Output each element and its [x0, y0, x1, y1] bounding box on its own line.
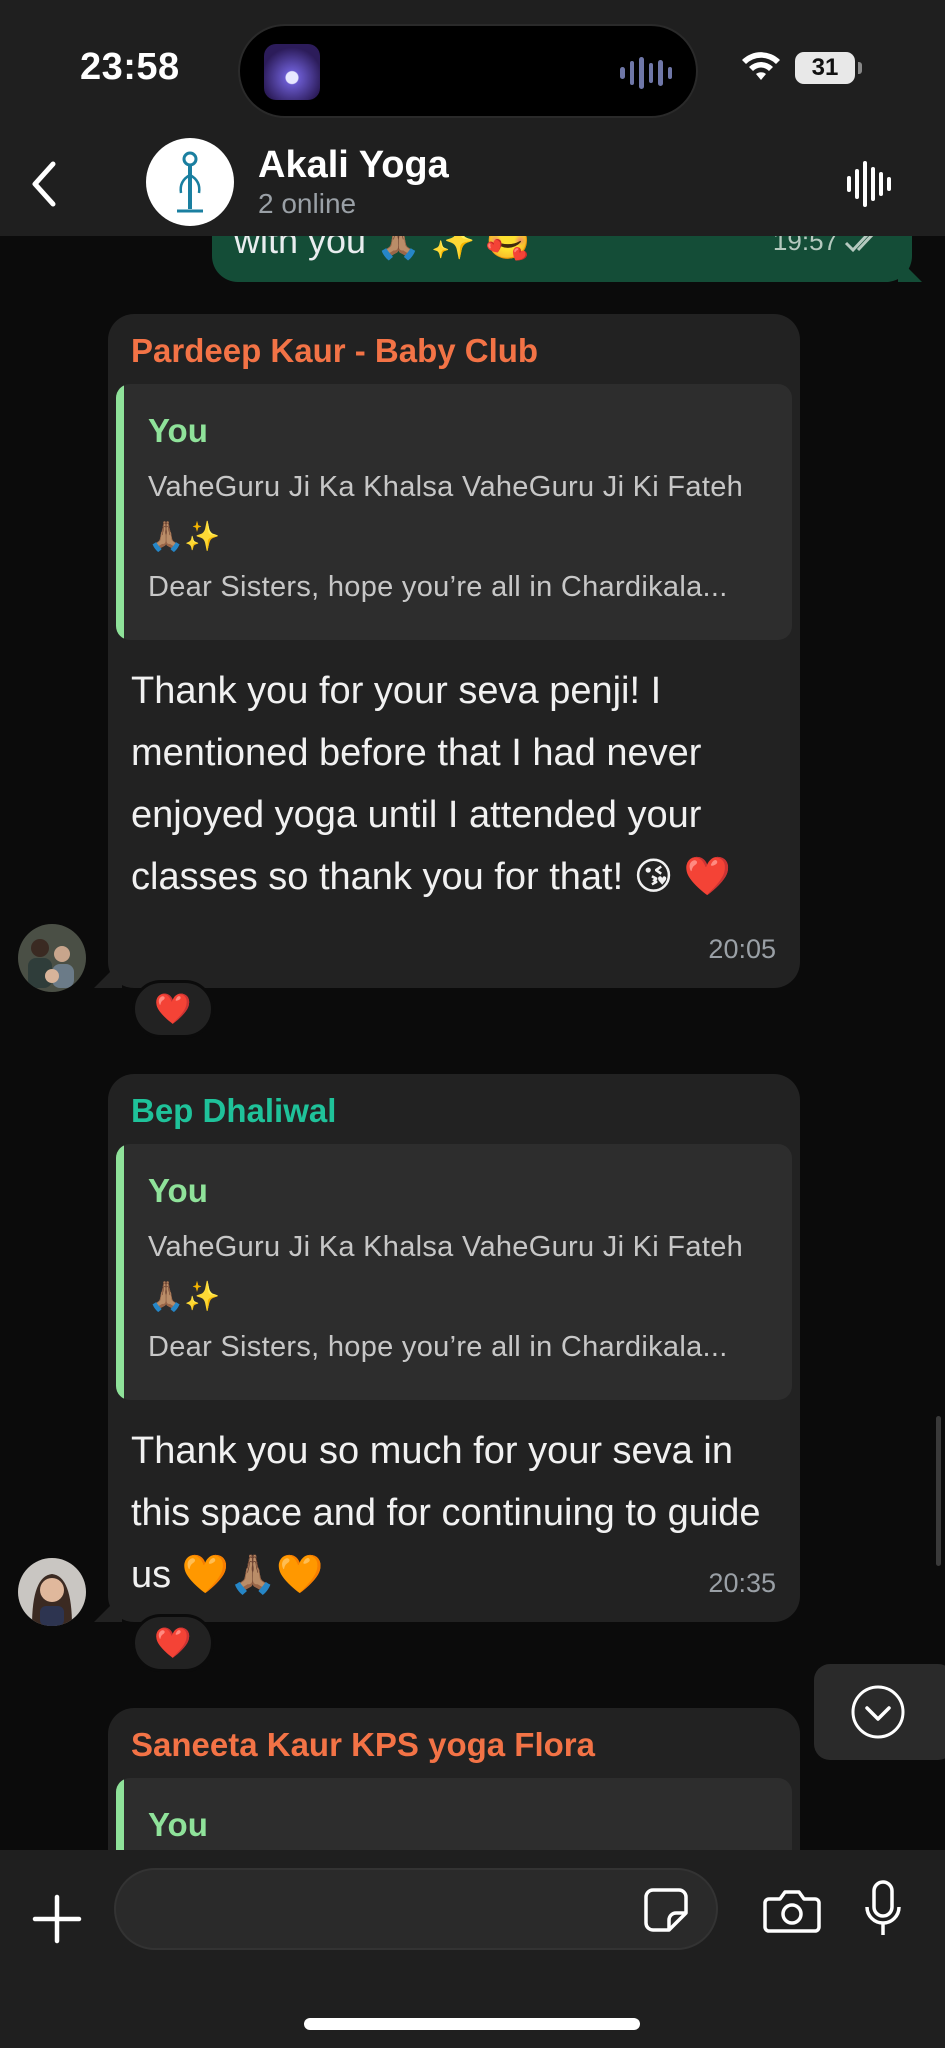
reaction-badge[interactable]: ❤️ — [132, 980, 214, 1038]
back-button[interactable] — [14, 152, 74, 216]
attach-button[interactable] — [26, 1888, 88, 1950]
status-time: 23:58 — [80, 46, 180, 88]
battery-indicator: 31 — [795, 52, 862, 84]
quote-accent-bar — [116, 384, 124, 640]
sender-name[interactable]: Pardeep Kaur - Baby Club — [131, 332, 538, 370]
message-time: 20:35 — [708, 1568, 776, 1598]
quote-text: VaheGuru Ji Ka Khalsa VaheGuru Ji Ki Fat… — [148, 471, 744, 553]
chat-header: Akali Yoga 2 online — [0, 132, 945, 236]
voice-waveform-icon — [847, 161, 891, 207]
voice-note-button[interactable] — [858, 1876, 908, 1942]
chevron-down-circle-icon — [851, 1685, 905, 1739]
quoted-message[interactable]: You VaheGuru Ji Ka Khalsa VaheGuru Ji Ki… — [116, 1144, 792, 1400]
incoming-message[interactable]: Saneeta Kaur KPS yoga Flora You — [108, 1708, 800, 1850]
reaction-badge[interactable]: ❤️ — [132, 1614, 214, 1672]
quoted-message[interactable]: You — [116, 1778, 792, 1850]
yoga-logo-icon — [177, 151, 203, 213]
home-indicator[interactable] — [304, 2018, 640, 2030]
message-text: with you 🙏🏽 ✨ 🥰 — [234, 236, 531, 261]
camera-button[interactable] — [756, 1880, 828, 1940]
double-check-icon — [844, 236, 873, 252]
message-text: Thank you for your seva penji! I mention… — [131, 670, 732, 898]
message-composer — [0, 1850, 945, 2048]
sticker-button[interactable] — [640, 1884, 692, 1936]
audio-waveform-icon — [620, 56, 672, 90]
wifi-icon — [742, 52, 780, 80]
sender-name[interactable]: Bep Dhaliwal — [131, 1092, 336, 1130]
avatar[interactable] — [18, 924, 86, 992]
message-time: 20:05 — [708, 934, 776, 964]
quote-author: You — [148, 1806, 208, 1843]
sender-photo — [18, 924, 86, 992]
sender-photo — [18, 1558, 86, 1626]
quote-text-preview: Dear Sisters, hope you’re all in Chardik… — [148, 1331, 728, 1363]
incoming-message[interactable]: Bep Dhaliwal You VaheGuru Ji Ka Khalsa V… — [94, 1074, 800, 1622]
message-text: Thank you so much for your seva in this … — [131, 1430, 761, 1596]
status-bar: 23:58 31 — [0, 0, 945, 132]
plus-icon — [32, 1894, 82, 1944]
microphone-icon — [865, 1880, 901, 1935]
message-input[interactable] — [114, 1868, 718, 1950]
online-status: 2 online — [258, 188, 357, 219]
scroll-to-bottom-button[interactable] — [814, 1664, 945, 1760]
quote-author: You — [148, 412, 208, 449]
message-time: 19:57 — [772, 236, 838, 256]
voice-chat-button[interactable] — [841, 156, 897, 212]
bubble-tail — [94, 960, 122, 988]
quote-accent-bar — [116, 1144, 124, 1400]
outgoing-message[interactable]: with you 🙏🏽 ✨ 🥰 19:57 — [212, 236, 912, 282]
sender-name[interactable]: Saneeta Kaur KPS yoga Flora — [131, 1726, 595, 1764]
avatar[interactable] — [18, 1558, 86, 1626]
camera-icon — [763, 1890, 821, 1933]
chat-title[interactable]: Akali Yoga — [258, 144, 449, 187]
quoted-message[interactable]: You VaheGuru Ji Ka Khalsa VaheGuru Ji Ki… — [116, 384, 792, 640]
group-avatar[interactable] — [146, 138, 234, 226]
sticker-icon — [644, 1888, 688, 1932]
message-meta: 19:57 — [773, 236, 884, 257]
dynamic-island[interactable] — [238, 24, 698, 118]
chevron-left-icon — [32, 161, 56, 207]
quote-text-preview: Dear Sisters, hope you’re all in Chardik… — [148, 571, 728, 603]
bubble-tail — [94, 1594, 122, 1622]
incoming-message[interactable]: Pardeep Kaur - Baby Club You VaheGuru Ji… — [94, 314, 800, 988]
quote-accent-bar — [116, 1778, 124, 1850]
now-playing-app-icon — [264, 44, 320, 100]
quote-text: VaheGuru Ji Ka Khalsa VaheGuru Ji Ki Fat… — [148, 1231, 744, 1313]
quote-author: You — [148, 1172, 208, 1209]
message-list[interactable]: with you 🙏🏽 ✨ 🥰 19:57 Pardeep Kaur - Bab… — [0, 236, 945, 1850]
scrollbar[interactable] — [936, 1416, 941, 1566]
